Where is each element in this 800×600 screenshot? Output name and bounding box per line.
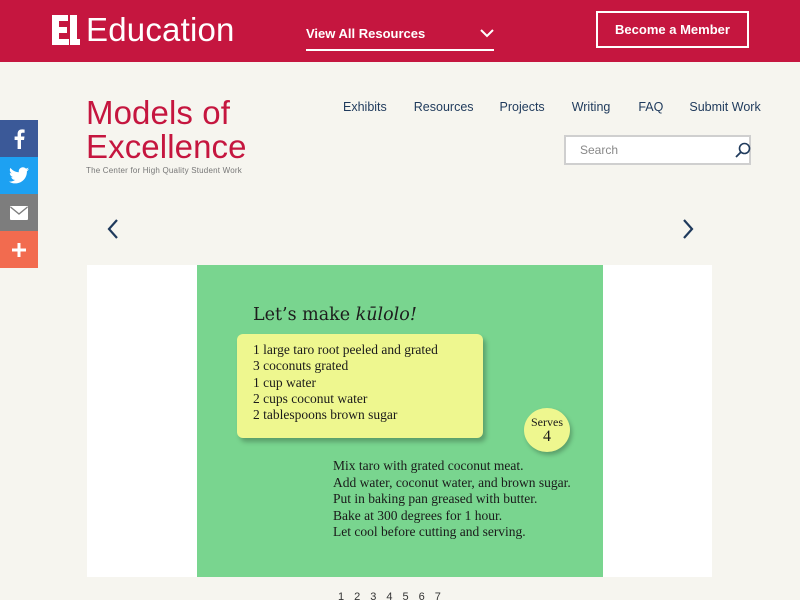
nav-faq[interactable]: FAQ (638, 100, 663, 114)
pager-item[interactable]: 1 (338, 591, 344, 600)
models-of-excellence-logo[interactable]: Models of Excellence The Center for High… (86, 94, 247, 176)
facebook-icon (14, 128, 25, 149)
ingredient-item: 3 coconuts grated (253, 358, 349, 374)
email-share-button[interactable] (0, 194, 38, 231)
nav-resources[interactable]: Resources (414, 100, 474, 114)
carousel-pager: 1 2 3 4 5 6 7 (338, 591, 441, 600)
search-box (564, 135, 751, 165)
main-nav: Exhibits Resources Projects Writing FAQ … (343, 100, 761, 114)
nav-projects[interactable]: Projects (500, 100, 545, 114)
recipe-steps: Mix taro with grated coconut meat. Add w… (333, 458, 571, 541)
plus-icon (12, 242, 26, 257)
recipe-step: Bake at 300 degrees for 1 hour. (333, 507, 503, 523)
carousel-next-arrow-icon[interactable] (678, 218, 698, 240)
el-logo-icon (52, 15, 80, 45)
ingredient-item: 2 cups coconut water (253, 390, 368, 406)
search-input[interactable] (566, 137, 735, 163)
social-share-bar (0, 120, 38, 268)
logo-line-2: Excellence (86, 128, 247, 165)
nav-exhibits[interactable]: Exhibits (343, 100, 387, 114)
serves-badge: Serves 4 (524, 408, 570, 452)
twitter-icon (9, 167, 29, 184)
serves-count: 4 (543, 427, 551, 445)
resources-dropdown-label: View All Resources (306, 26, 426, 41)
logo-tagline: The Center for High Quality Student Work (86, 166, 242, 175)
search-icon (735, 142, 751, 158)
twitter-share-button[interactable] (0, 157, 38, 194)
carousel-prev-arrow-icon[interactable] (104, 218, 124, 240)
top-bar: Education View All Resources Become a Me… (0, 0, 800, 62)
recipe-step: Put in baking pan greased with butter. (333, 491, 538, 506)
ingredients-card: 1 large taro root peeled and grated 3 co… (237, 334, 483, 438)
recipe-title-prefix: Let’s make (253, 305, 356, 325)
nav-submit-work[interactable]: Submit Work (689, 100, 760, 114)
become-a-member-button[interactable]: Become a Member (596, 11, 749, 48)
brand-name: Education (86, 11, 235, 48)
ingredient-item: 1 large taro root peeled and grated (253, 342, 438, 357)
logo-line-1: Models of (86, 94, 230, 131)
view-all-resources-dropdown[interactable]: View All Resources (306, 20, 494, 51)
recipe-title: Let’s make kūlolo! (253, 305, 417, 325)
ingredient-item: 1 cup water (253, 374, 316, 390)
more-share-button[interactable] (0, 231, 38, 268)
student-work-image[interactable]: Let’s make kūlolo! 1 large taro root pee… (197, 265, 603, 577)
recipe-step: Add water, coconut water, and brown suga… (333, 474, 571, 490)
pager-item[interactable]: 3 (370, 591, 376, 600)
recipe-step: Let cool before cutting and serving. (333, 524, 526, 539)
nav-writing[interactable]: Writing (572, 100, 611, 114)
search-button[interactable] (735, 137, 751, 163)
pager-item[interactable]: 7 (435, 591, 441, 600)
pager-item[interactable]: 6 (419, 591, 425, 600)
ingredient-item: 2 tablespoons brown sugar (253, 407, 398, 423)
chevron-down-icon (480, 29, 494, 38)
pager-item[interactable]: 5 (403, 591, 409, 600)
recipe-title-word: kūlolo! (355, 305, 417, 325)
email-icon (10, 205, 28, 220)
facebook-share-button[interactable] (0, 120, 38, 157)
el-education-logo[interactable]: Education (50, 13, 235, 47)
pager-item[interactable]: 4 (386, 591, 392, 600)
serves-label: Serves (531, 414, 563, 429)
recipe-step: Mix taro with grated coconut meat. (333, 458, 524, 473)
pager-item[interactable]: 2 (354, 591, 360, 600)
